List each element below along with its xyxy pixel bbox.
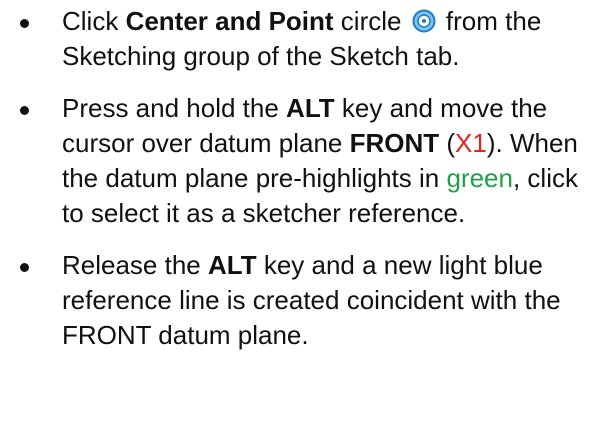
bullet-dot xyxy=(20,106,29,115)
step-3-key-name: ALT xyxy=(207,250,257,280)
step-item-2: Press and hold the ALT key and move the … xyxy=(0,91,609,231)
step-2-datum-name: FRONT xyxy=(349,128,440,158)
step-1-text-c: circle xyxy=(333,6,409,36)
step-item-1: Click Center and Point circle from the S… xyxy=(0,0,609,74)
center-point-circle-icon xyxy=(412,7,436,33)
step-2-callout-label: X1 xyxy=(455,128,487,158)
step-1-text-a: Click xyxy=(62,6,126,36)
step-item-3: Release the ALT key and a new light blue… xyxy=(0,248,609,353)
step-2-text-e: ( xyxy=(439,128,456,158)
step-1-command-name: Center and Point xyxy=(125,6,334,36)
step-2-text-a: Press and hold the xyxy=(62,93,287,123)
bullet-dot xyxy=(20,263,29,272)
instruction-steps-list: Click Center and Point circle from the S… xyxy=(0,0,609,353)
instruction-document: Click Center and Point circle from the S… xyxy=(0,0,609,445)
bullet-dot xyxy=(20,19,29,28)
step-3-text-a: Release the xyxy=(62,250,208,280)
step-2-key-name: ALT xyxy=(286,93,335,123)
step-2-color-word: green xyxy=(446,163,513,193)
